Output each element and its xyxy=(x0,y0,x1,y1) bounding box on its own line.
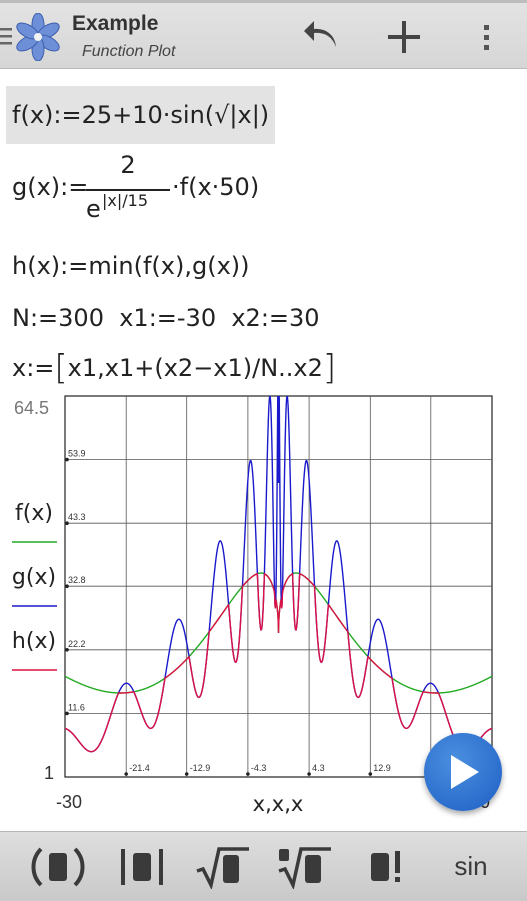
range-lhs: x:= xyxy=(12,354,55,382)
h-definition[interactable]: h(x):=min(f(x),g(x)) xyxy=(12,252,250,280)
y-tick-label: 22.2 xyxy=(68,639,86,649)
x-tick-label: -12.9 xyxy=(190,763,211,773)
parameter-definitions[interactable]: N:=300 x1:=-30 x2:=30 xyxy=(12,304,320,332)
legend-label: h(x) xyxy=(12,629,56,654)
h-lhs: h(x):= xyxy=(12,252,89,280)
plot-legend: f(x) g(x) h(x) xyxy=(12,501,57,671)
x-tick-mark xyxy=(124,772,129,776)
x-tick-mark xyxy=(368,772,373,776)
bottom-toolbar: sin xyxy=(0,831,527,901)
h-expression: min(f(x),g(x)) xyxy=(88,252,250,280)
undo-button[interactable] xyxy=(298,13,346,61)
x-tick-mark xyxy=(246,772,250,776)
g-tail: ·f(x·50) xyxy=(172,173,260,201)
x-tick-label: 4.3 xyxy=(312,763,325,773)
plus-icon xyxy=(388,21,420,53)
x-tick-label: 12.9 xyxy=(373,763,391,773)
undo-icon xyxy=(304,21,336,47)
x-tick-mark xyxy=(184,772,189,776)
app-subtitle: Function Plot xyxy=(82,43,176,60)
sqrt-button[interactable] xyxy=(180,832,266,901)
abs-button[interactable] xyxy=(100,832,186,901)
factorial-button[interactable] xyxy=(346,832,432,901)
sqrt-icon xyxy=(196,846,249,889)
y-min-label: 1 xyxy=(44,763,54,783)
g-denominator-exponent: |x|/15 xyxy=(102,191,148,210)
x-axis-label: x,x,x xyxy=(253,792,304,816)
parentheses-icon xyxy=(31,847,85,886)
x-tick-mark xyxy=(307,772,311,776)
factorial-icon xyxy=(371,850,400,882)
app-title: Example xyxy=(72,12,159,35)
x-tick-label: -4.3 xyxy=(251,763,267,773)
x-min-label: -30 xyxy=(56,792,82,812)
y-tick-label: 32.8 xyxy=(68,575,86,585)
nth-root-icon xyxy=(278,846,331,889)
range-expression: x1,x1+(x2−x1)/N..x2 xyxy=(67,354,323,382)
sin-button[interactable]: sin xyxy=(428,832,514,901)
g-denominator-base: e xyxy=(86,195,101,223)
range-definition[interactable]: x:=[x1,x1+(x2−x1)/N..x2] xyxy=(12,348,336,388)
f-lhs: f(x):= xyxy=(12,101,82,129)
parentheses-button[interactable] xyxy=(16,832,102,901)
x-tick-label: -21.4 xyxy=(129,763,150,773)
g-numerator: 2 xyxy=(120,151,136,179)
f-definition[interactable]: f(x):=25+10·sin(√|x|) xyxy=(6,86,276,144)
y-tick-label: 43.3 xyxy=(68,512,86,522)
range-close-bracket: ] xyxy=(322,348,337,388)
run-button[interactable] xyxy=(424,733,502,811)
legend-label: f(x) xyxy=(15,501,53,526)
range-open-bracket: [ xyxy=(54,348,68,388)
action-bar: Example Function Plot xyxy=(0,3,527,69)
g-lhs: g(x):= xyxy=(12,173,89,201)
flower-app-icon[interactable] xyxy=(14,13,62,61)
add-button[interactable] xyxy=(380,13,428,61)
menu-icon[interactable] xyxy=(0,25,12,47)
overflow-icon xyxy=(484,25,489,50)
y-max-label: 64.5 xyxy=(14,398,49,418)
nth-root-button[interactable] xyxy=(262,832,348,901)
y-tick-label: 53.9 xyxy=(68,449,86,459)
y-tick-label: 11.6 xyxy=(68,702,85,712)
overflow-menu-button[interactable] xyxy=(462,13,510,61)
play-icon xyxy=(451,755,479,789)
f-expression: 25+10·sin(√|x|) xyxy=(81,101,270,129)
legend-label: g(x) xyxy=(12,565,56,590)
abs-icon xyxy=(121,848,163,885)
